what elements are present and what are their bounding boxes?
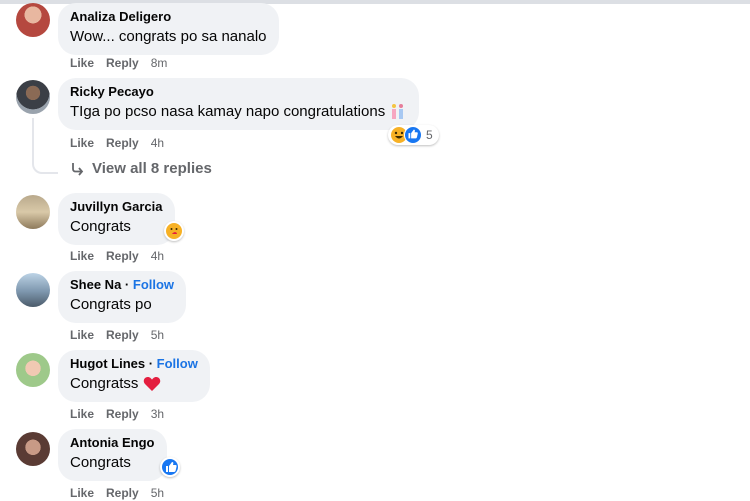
comment-actions: Like Reply 4h — [70, 248, 164, 264]
comment-author-row: Shee Na · Follow — [70, 277, 175, 292]
comment-actions: Like Reply 8m — [70, 55, 167, 71]
reaction-summary[interactable]: 5 — [388, 125, 439, 145]
comment-author[interactable]: Ricky Pecayo — [70, 84, 407, 100]
like-reaction-icon — [162, 459, 178, 475]
heart-emoji-icon — [143, 377, 160, 392]
like-button[interactable]: Like — [70, 327, 94, 343]
comment-text: Congrats — [70, 454, 131, 471]
comment-time[interactable]: 4h — [151, 135, 164, 151]
comment-author-row: Hugot Lines · Follow — [70, 356, 198, 371]
comment-bubble: Antonia Engo Congrats — [58, 429, 167, 481]
like-button[interactable]: Like — [70, 406, 94, 422]
reply-arrow-icon — [72, 162, 84, 176]
comment-text: Congratss — [70, 375, 139, 392]
reaction-summary[interactable] — [164, 221, 184, 241]
reply-button[interactable]: Reply — [106, 485, 139, 501]
comment-time[interactable]: 5h — [151, 327, 164, 343]
view-replies-button[interactable]: View all 8 replies — [70, 160, 212, 177]
avatar[interactable] — [16, 353, 50, 387]
avatar[interactable] — [16, 273, 50, 307]
comment-bubble: Analiza Deligero Wow... congrats po sa n… — [58, 3, 279, 55]
comment-time[interactable]: 4h — [151, 248, 164, 264]
comment-bubble: Juvillyn Garcia Congrats — [58, 193, 175, 245]
comment-author[interactable]: Hugot Lines — [70, 356, 145, 371]
follow-button[interactable]: Follow — [133, 277, 174, 292]
follow-button[interactable]: Follow — [157, 356, 198, 371]
comment-time[interactable]: 5h — [151, 485, 164, 501]
like-button[interactable]: Like — [70, 248, 94, 264]
reaction-count: 5 — [426, 128, 433, 142]
avatar[interactable] — [16, 432, 50, 466]
like-button[interactable]: Like — [70, 135, 94, 151]
comment-author[interactable]: Shee Na — [70, 277, 121, 292]
comment-actions: Like Reply 4h — [70, 135, 164, 151]
reaction-summary[interactable] — [160, 457, 180, 477]
comment-author[interactable]: Juvillyn Garcia — [70, 199, 163, 215]
comment-time[interactable]: 8m — [151, 55, 168, 71]
avatar[interactable] — [16, 80, 50, 114]
comment-text-row: Congratss — [70, 374, 198, 394]
care-reaction-icon — [166, 223, 182, 239]
comment-text: Wow... congrats po sa nanalo — [70, 28, 267, 45]
view-replies-label: View all 8 replies — [92, 160, 212, 177]
avatar[interactable] — [16, 3, 50, 37]
comment-text: Congrats po — [70, 296, 152, 313]
reply-button[interactable]: Reply — [106, 55, 139, 71]
confetti-emoji-icon — [392, 104, 404, 120]
comment-bubble: Hugot Lines · Follow Congratss — [58, 350, 210, 402]
reply-button[interactable]: Reply — [106, 327, 139, 343]
comment-bubble: Shee Na · Follow Congrats po — [58, 271, 187, 323]
comment-time[interactable]: 3h — [151, 406, 164, 422]
thread-connector — [32, 118, 58, 174]
comment-actions: Like Reply 3h — [70, 406, 164, 422]
comment-author[interactable]: Analiza Deligero — [70, 9, 267, 25]
reply-button[interactable]: Reply — [106, 406, 139, 422]
comment-bubble: Ricky Pecayo TIga po pcso nasa kamay nap… — [58, 78, 420, 130]
comment-text: Congrats — [70, 218, 131, 235]
avatar[interactable] — [16, 195, 50, 229]
like-reaction-icon — [404, 126, 422, 144]
like-button[interactable]: Like — [70, 55, 94, 71]
comment-actions: Like Reply 5h — [70, 485, 164, 501]
comment-text-row: TIga po pcso nasa kamay napo congratulat… — [70, 102, 407, 122]
comment-actions: Like Reply 5h — [70, 327, 164, 343]
comment-author[interactable]: Antonia Engo — [70, 435, 155, 451]
comment-text: TIga po pcso nasa kamay napo congratulat… — [70, 103, 386, 120]
reply-button[interactable]: Reply — [106, 135, 139, 151]
like-button[interactable]: Like — [70, 485, 94, 501]
reply-button[interactable]: Reply — [106, 248, 139, 264]
